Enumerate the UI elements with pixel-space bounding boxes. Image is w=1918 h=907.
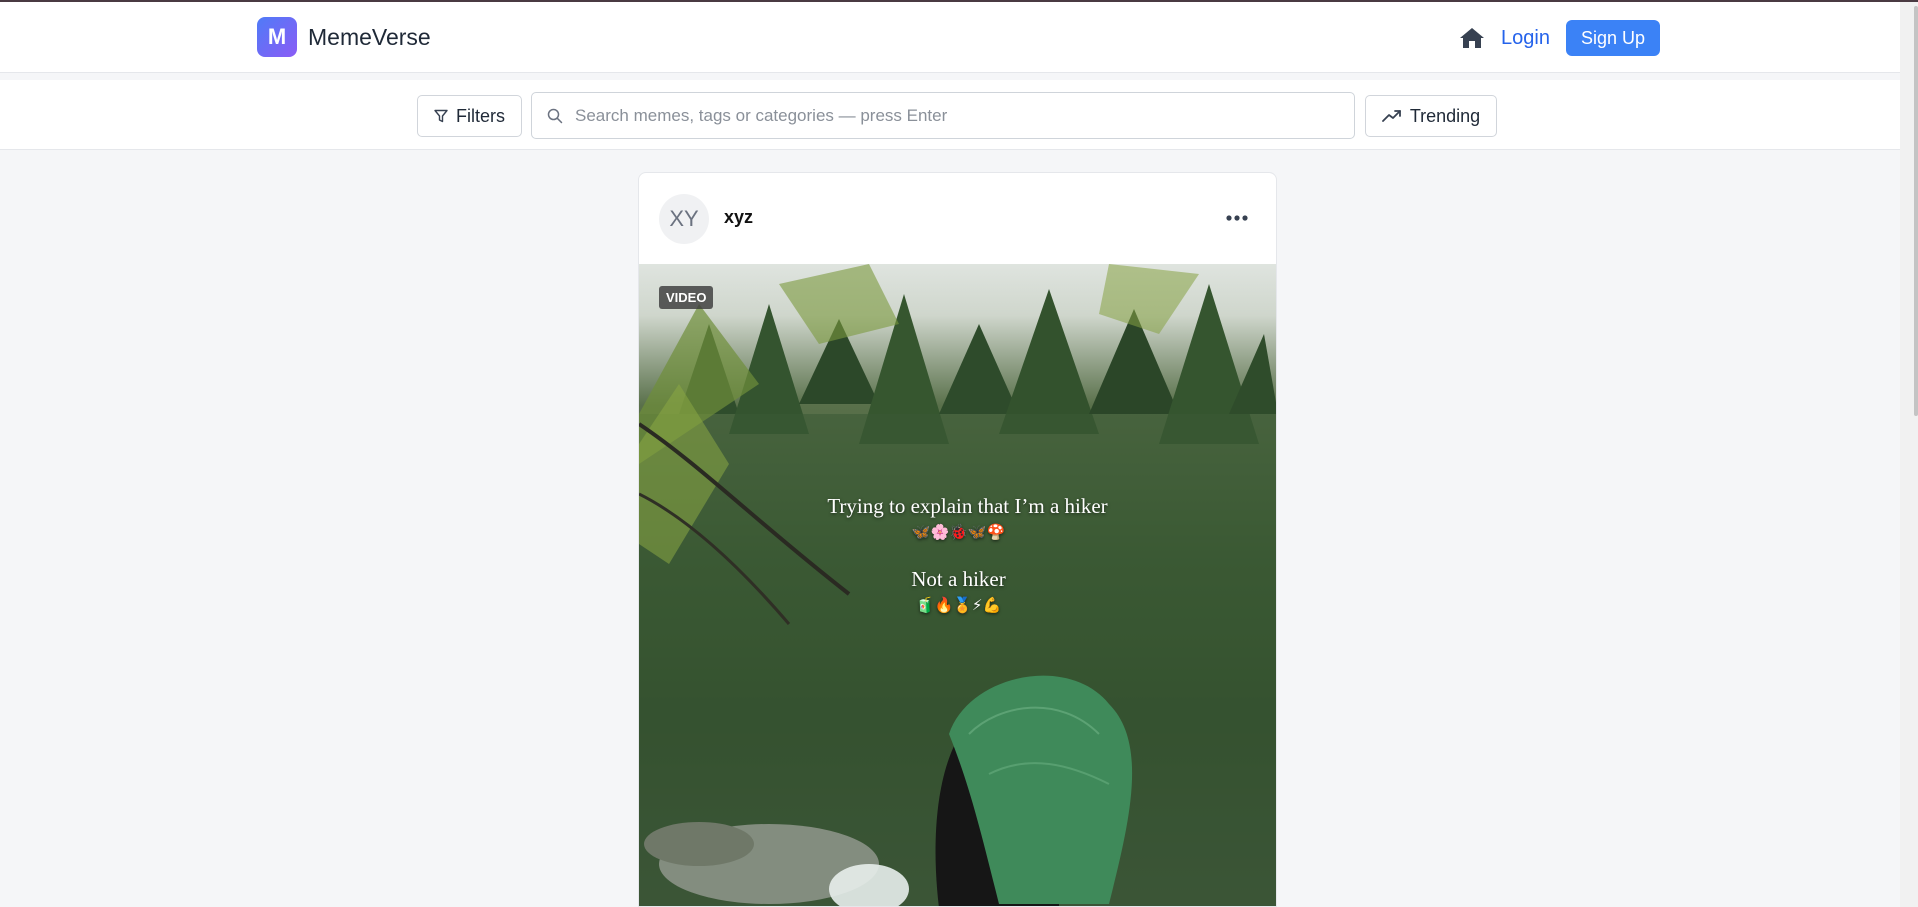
- filters-button[interactable]: Filters: [417, 95, 522, 137]
- avatar[interactable]: XY: [659, 194, 709, 244]
- search-box[interactable]: [531, 92, 1355, 139]
- caption-line-1: Trying to explain that I’m a hiker: [827, 494, 1108, 518]
- video-badge: VIDEO: [659, 286, 714, 309]
- post-card: XY xyz VIDEO Trying to explain that I’m …: [638, 172, 1277, 907]
- trending-label: Trending: [1409, 105, 1481, 126]
- search-toolbar: Filters Trending: [0, 80, 1900, 150]
- post-video[interactable]: VIDEO Trying to explain that I’m a hiker…: [639, 264, 1276, 906]
- caption-line-2: Not a hiker: [911, 567, 1006, 591]
- post-username[interactable]: xyz: [724, 207, 753, 228]
- brand-name: MemeVerse: [308, 23, 431, 50]
- more-options-icon[interactable]: [1222, 203, 1252, 233]
- filter-icon: [434, 109, 448, 123]
- search-icon: [547, 108, 563, 124]
- trending-button[interactable]: Trending: [1365, 95, 1497, 137]
- trending-up-icon: [1381, 109, 1402, 123]
- post-header: XY xyz: [639, 173, 1276, 264]
- scrollbar-thumb[interactable]: [1914, 6, 1918, 416]
- caption-emojis-1: 🦋🌸🐞🦋🍄: [911, 523, 1006, 541]
- caption-emojis-2: 🧃🔥🏅⚡💪: [915, 596, 1002, 614]
- video-caption: Trying to explain that I’m a hiker 🦋🌸🐞🦋🍄…: [639, 494, 1276, 614]
- home-icon[interactable]: [1459, 25, 1485, 51]
- brand-logo: M: [257, 17, 297, 57]
- brand[interactable]: M MemeVerse: [257, 17, 431, 57]
- filters-label: Filters: [456, 105, 505, 126]
- nav-actions: Login Sign Up: [1459, 20, 1660, 56]
- signup-button[interactable]: Sign Up: [1565, 20, 1660, 56]
- search-input[interactable]: [575, 93, 1354, 138]
- login-link[interactable]: Login: [1501, 27, 1550, 50]
- top-navbar: M MemeVerse Login Sign Up: [0, 2, 1900, 73]
